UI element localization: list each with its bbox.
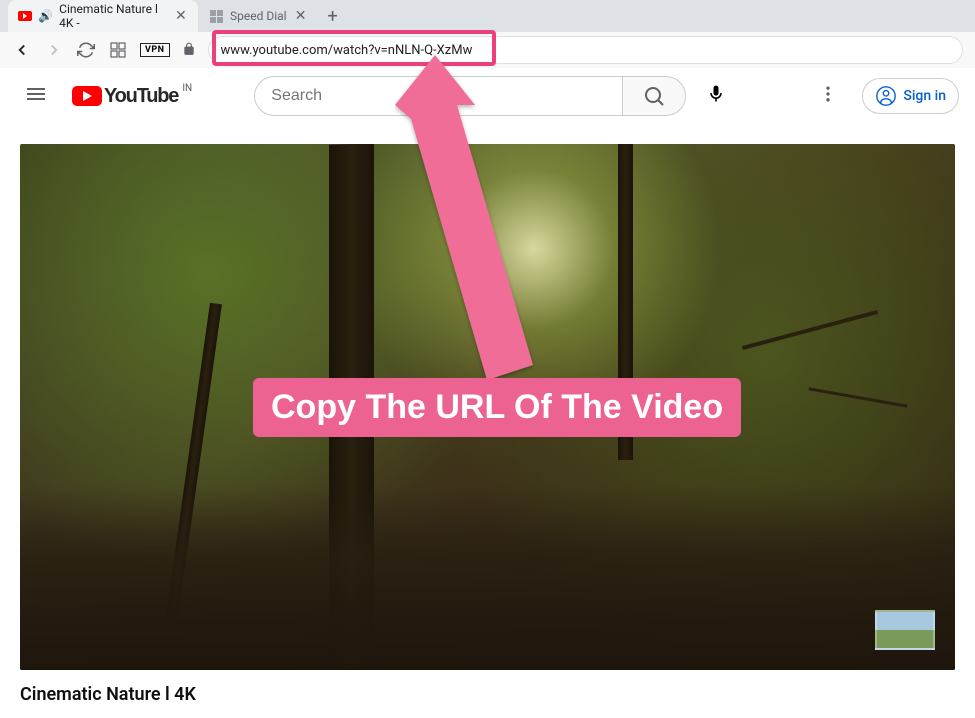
new-tab-button[interactable]: + xyxy=(319,2,347,30)
youtube-wordmark: YouTube xyxy=(104,85,178,108)
youtube-header: YouTube IN Sign in xyxy=(0,68,975,124)
youtube-logo[interactable]: YouTube IN xyxy=(72,85,178,108)
more-options-button[interactable] xyxy=(810,76,846,116)
search-container xyxy=(254,76,686,116)
browser-tab-active[interactable]: 🔊 Cinematic Nature l 4K - ✕ xyxy=(8,0,198,32)
youtube-favicon xyxy=(18,8,32,24)
youtube-play-icon xyxy=(72,86,102,106)
header-left: YouTube IN xyxy=(16,74,178,118)
video-frame-content xyxy=(20,486,955,670)
browser-tab-bar: 🔊 Cinematic Nature l 4K - ✕ Speed Dial ✕… xyxy=(0,0,975,32)
header-right: Sign in xyxy=(810,76,959,116)
audio-indicator-icon[interactable]: 🔊 xyxy=(38,9,53,23)
close-tab-icon[interactable]: ✕ xyxy=(174,8,188,24)
close-tab-icon[interactable]: ✕ xyxy=(293,8,309,24)
search-button[interactable] xyxy=(622,76,686,116)
country-code: IN xyxy=(182,83,192,94)
address-bar[interactable]: www.youtube.com/watch?v=nNLN-Q-XzMw xyxy=(208,36,963,64)
reload-button[interactable] xyxy=(76,40,96,60)
tab-title: Speed Dial xyxy=(230,9,287,23)
back-button[interactable] xyxy=(12,40,32,60)
signin-label: Sign in xyxy=(903,88,946,104)
search-input[interactable] xyxy=(254,76,622,116)
menu-button[interactable] xyxy=(16,74,56,118)
speed-dial-favicon xyxy=(208,8,224,24)
tab-title: Cinematic Nature l 4K - xyxy=(59,2,168,30)
apps-button[interactable] xyxy=(108,40,128,60)
lock-icon[interactable] xyxy=(182,41,196,60)
browser-navigation-bar: VPN www.youtube.com/watch?v=nNLN-Q-XzMw xyxy=(0,32,975,68)
video-frame-content xyxy=(618,144,633,460)
preview-thumbnail[interactable] xyxy=(875,610,935,650)
browser-tab[interactable]: Speed Dial ✕ xyxy=(198,0,319,32)
video-player[interactable] xyxy=(20,144,955,670)
forward-button[interactable] xyxy=(44,40,64,60)
video-title: Cinematic Nature l 4K xyxy=(0,670,975,705)
signin-button[interactable]: Sign in xyxy=(862,78,959,114)
voice-search-button[interactable] xyxy=(698,76,734,116)
header-center xyxy=(254,76,734,116)
vpn-badge[interactable]: VPN xyxy=(140,43,170,57)
video-area xyxy=(0,124,975,670)
user-icon xyxy=(875,85,897,107)
url-text: www.youtube.com/watch?v=nNLN-Q-XzMw xyxy=(221,43,473,58)
